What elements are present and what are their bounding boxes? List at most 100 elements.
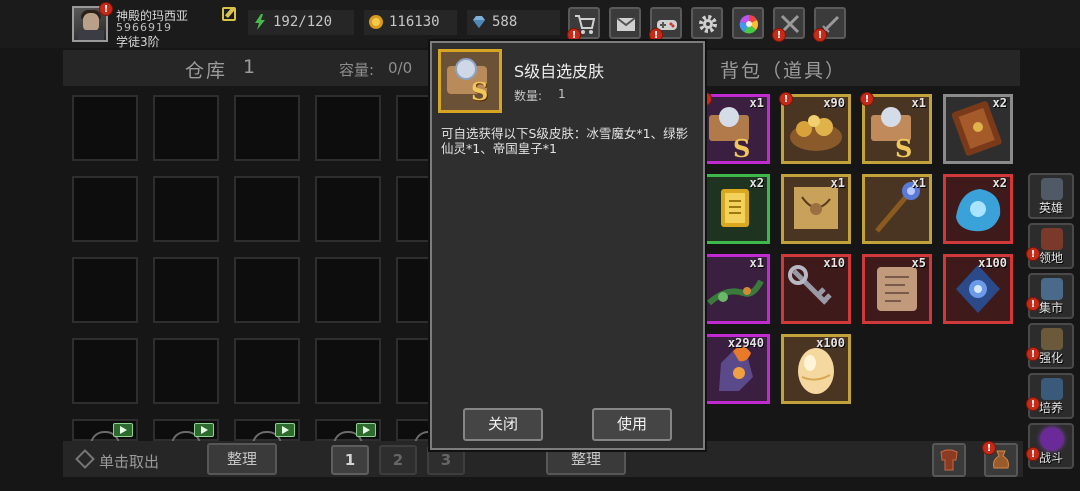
bag-item-rune-stone[interactable]: x100 [943, 254, 1013, 324]
item-quantity: x2 [992, 96, 1007, 110]
item-quantity: x1 [830, 176, 845, 190]
mail-button[interactable] [609, 7, 641, 39]
color-wheel-icon [739, 14, 759, 34]
warehouse-capacity-value: 0/0 [388, 59, 413, 77]
bag-item-scroll-map[interactable]: x5 [862, 254, 932, 324]
side-menu-territory-castle[interactable]: 领地! [1026, 223, 1074, 269]
bag-item-ice-crystal[interactable]: x2 [943, 174, 1013, 244]
close-button[interactable]: 关闭 [463, 408, 543, 441]
settings-gear-icon [699, 15, 717, 33]
armor-icon [940, 449, 958, 471]
settings-button[interactable] [691, 7, 723, 39]
armor-button[interactable] [932, 443, 966, 477]
warehouse-slot[interactable] [315, 338, 381, 404]
item-quantity: x5 [911, 256, 926, 270]
battle-button[interactable]: ! [813, 7, 846, 42]
bag-item-spell-book[interactable]: x2 [943, 94, 1013, 164]
game-alert-badge: ! [649, 28, 663, 42]
bag-item-gold-card[interactable]: x2 [700, 174, 770, 244]
side-menu-battle-portal[interactable]: 战斗! [1026, 423, 1074, 469]
warehouse-slot[interactable] [315, 95, 381, 161]
warehouse-capacity-label: 容量: [339, 61, 375, 79]
pouch-button[interactable]: ! [982, 441, 1018, 477]
arena-alert-badge: ! [772, 28, 786, 42]
warehouse-slot[interactable] [315, 176, 381, 242]
shop-alert-badge: ! [567, 28, 581, 42]
bag-item-golden-egg[interactable]: x100 [781, 334, 851, 404]
bag-title: 背包（道具） [720, 60, 847, 82]
page-button-2[interactable]: 2 [379, 445, 417, 475]
warehouse-slot[interactable] [72, 338, 138, 404]
bag-header: 背包（道具） [702, 50, 1020, 86]
ad-video-icon [275, 423, 295, 437]
item-alert-badge: ! [860, 92, 874, 106]
lightning-icon [255, 14, 265, 30]
svg-text:S: S [895, 134, 912, 161]
sort-warehouse-button[interactable]: 整理 [207, 443, 277, 475]
bag-item-s-skin-chest[interactable]: Sx1! [698, 92, 770, 164]
side-menu-alert-badge: ! [1026, 247, 1040, 261]
warehouse-slot[interactable] [234, 257, 300, 323]
game-button[interactable]: ! [649, 7, 682, 42]
svg-text:S: S [733, 134, 750, 161]
avatar-alert-badge: ! [99, 2, 113, 16]
item-quantity: x10 [823, 256, 845, 270]
warehouse-slot[interactable] [234, 95, 300, 161]
energy-value: 192/120 [273, 14, 333, 30]
bag-item-treasure-pile[interactable]: x90! [779, 92, 851, 164]
item-quantity: x2 [749, 176, 764, 190]
battle-alert-badge: ! [813, 28, 827, 42]
popup-item-icon: S [438, 49, 502, 113]
item-quantity: x2 [992, 176, 1007, 190]
side-menu-alert-badge: ! [1026, 447, 1040, 461]
popup-description: 可自选获得以下S级皮肤：冰雪魔女*1、绿影仙灵*1、帝国皇子*1 [441, 126, 689, 156]
warehouse-slot[interactable] [234, 176, 300, 242]
warehouse-slot[interactable] [153, 176, 219, 242]
item-quantity: x2940 [727, 336, 764, 350]
side-menu-hero-helmet[interactable]: 英雄 [1028, 173, 1074, 219]
item-alert-badge: ! [779, 92, 793, 106]
gem-icon [473, 16, 485, 28]
arena-button[interactable]: ! [772, 7, 805, 42]
locked-ad-slot[interactable] [72, 419, 138, 445]
item-quantity: x100 [978, 256, 1007, 270]
color-button[interactable] [732, 7, 764, 39]
bag-item-vine-branch[interactable]: x1 [700, 254, 770, 324]
item-quantity: x1 [911, 176, 926, 190]
side-menu-training-statue[interactable]: 培养! [1026, 373, 1074, 419]
ad-video-icon [113, 423, 133, 437]
locked-ad-slot[interactable] [234, 419, 300, 445]
take-out-hint: 单击取出 [99, 453, 160, 471]
side-menu-market-stall[interactable]: 集市! [1026, 273, 1074, 319]
item-quantity: x100 [816, 336, 845, 350]
popup-qty-value: 1 [558, 87, 566, 101]
popup-qty-label: 数量: [514, 89, 543, 103]
bag-item-treasure-map[interactable]: x1 [781, 174, 851, 244]
item-quantity: x1 [911, 96, 926, 110]
warehouse-slot[interactable] [72, 95, 138, 161]
warehouse-slot[interactable] [72, 176, 138, 242]
locked-ad-slot[interactable] [153, 419, 219, 445]
warehouse-slot[interactable] [153, 257, 219, 323]
gems-value: 588 [492, 14, 518, 30]
bag-item-fire-gauntlet[interactable]: x2940 [700, 334, 770, 404]
warehouse-slot[interactable] [153, 95, 219, 161]
locked-ad-slot[interactable] [315, 419, 381, 445]
warehouse-slot[interactable] [315, 257, 381, 323]
ad-video-icon [194, 423, 214, 437]
bag-item-magic-staff[interactable]: x1 [862, 174, 932, 244]
warehouse-slot[interactable] [153, 338, 219, 404]
use-button[interactable]: 使用 [592, 408, 672, 441]
battle-portal-icon [1041, 428, 1063, 450]
ad-video-icon [356, 423, 376, 437]
edit-name-icon[interactable] [222, 7, 236, 21]
warehouse-slot[interactable] [72, 257, 138, 323]
side-menu-enhance-anvil[interactable]: 强化! [1026, 323, 1074, 369]
warehouse-slot[interactable] [234, 338, 300, 404]
warehouse-header: 仓库 1 容量: 0/0 [63, 50, 437, 86]
bag-item-s-skin-chest-gold[interactable]: Sx1! [860, 92, 932, 164]
bag-item-iron-key[interactable]: x10 [781, 254, 851, 324]
shop-button[interactable]: ! [567, 7, 600, 42]
page-button-1[interactable]: 1 [331, 445, 369, 475]
warehouse-title: 仓库 [185, 60, 228, 82]
